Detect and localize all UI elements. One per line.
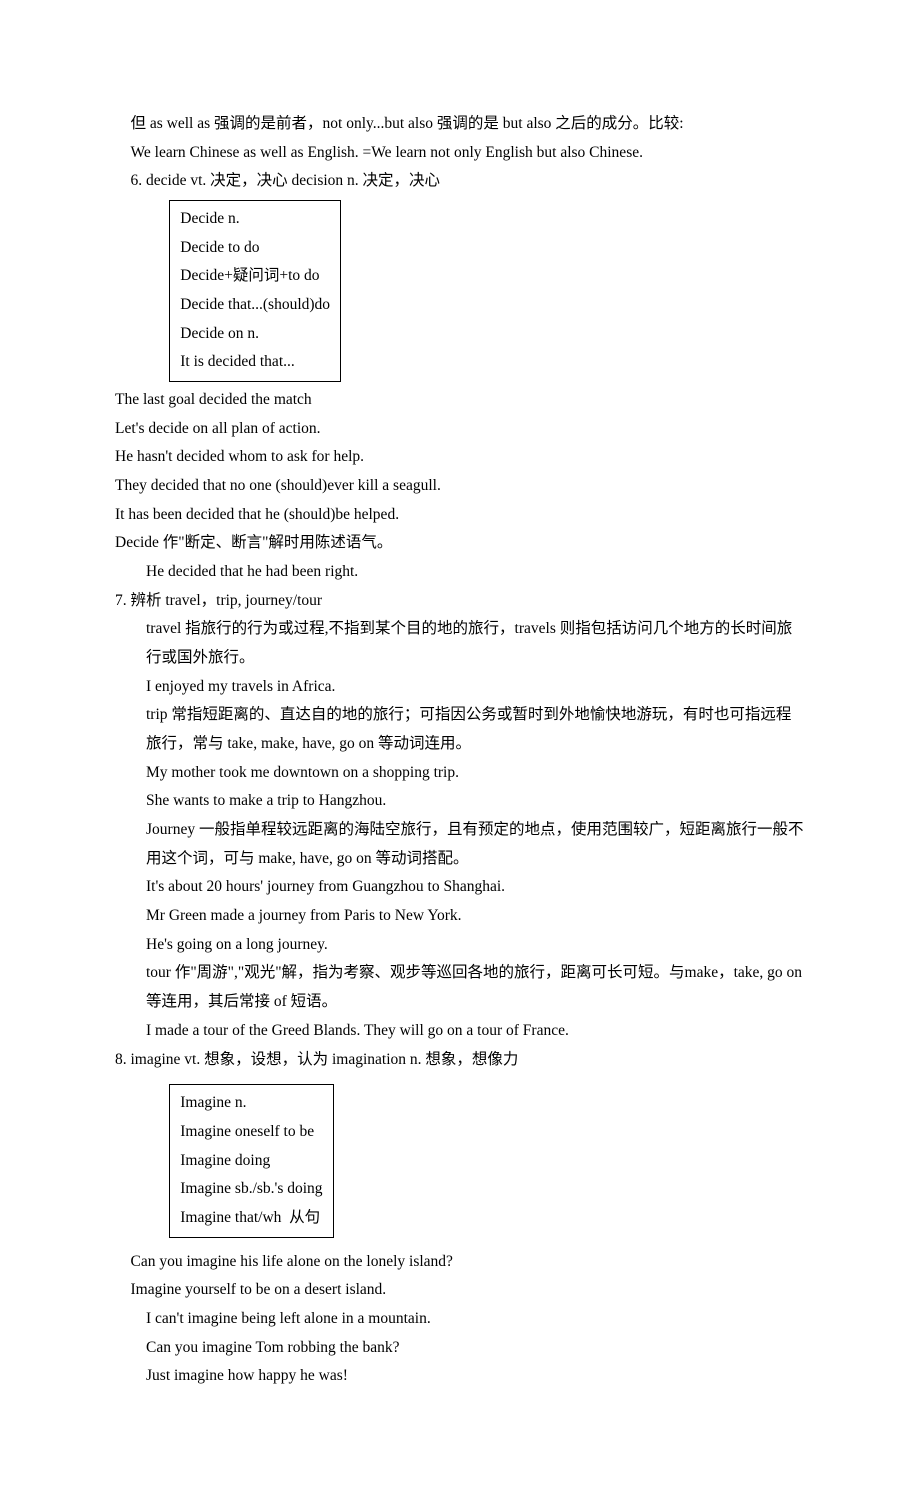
- paragraph-text: It's about 20 hours' journey from Guangz…: [115, 873, 805, 902]
- paragraph-text: He decided that he had been right.: [115, 558, 805, 587]
- paragraph-text: 但 as well as 强调的是前者，not only...but also …: [115, 110, 805, 139]
- paragraph-text: My mother took me downtown on a shopping…: [115, 759, 805, 788]
- paragraph-text: Mr Green made a journey from Paris to Ne…: [115, 902, 805, 931]
- heading-item-6: 6. decide vt. 决定，决心 decision n. 决定，决心: [115, 167, 805, 196]
- box-line: Imagine doing: [180, 1147, 322, 1176]
- box-line: Decide that...(should)do: [180, 291, 330, 320]
- paragraph-text: travel 指旅行的行为或过程,不指到某个目的地的旅行，travels 则指包…: [115, 615, 805, 672]
- box-line: Imagine that/wh 从句: [180, 1204, 322, 1233]
- paragraph-text: Imagine yourself to be on a desert islan…: [115, 1276, 805, 1305]
- paragraph-text: Decide 作"断定、断言"解时用陈述语气。: [115, 529, 805, 558]
- paragraph-text: I can't imagine being left alone in a mo…: [115, 1305, 805, 1334]
- box-line: Decide on n.: [180, 320, 330, 349]
- paragraph-text: She wants to make a trip to Hangzhou.: [115, 787, 805, 816]
- heading-item-7: 7. 辨析 travel，trip, journey/tour: [115, 587, 805, 616]
- paragraph-text: I made a tour of the Greed Blands. They …: [115, 1017, 805, 1046]
- paragraph-text: Can you imagine his life alone on the lo…: [115, 1248, 805, 1277]
- box-line: Decide n.: [180, 205, 330, 234]
- box-line: Imagine sb./sb.'s doing: [180, 1175, 322, 1204]
- heading-item-8: 8. imagine vt. 想象，设想，认为 imagination n. 想…: [115, 1046, 805, 1075]
- paragraph-text: He's going on a long journey.: [115, 931, 805, 960]
- paragraph-text: Just imagine how happy he was!: [115, 1362, 805, 1391]
- paragraph-text: Can you imagine Tom robbing the bank?: [115, 1334, 805, 1363]
- box-line: Imagine oneself to be: [180, 1118, 322, 1147]
- grammar-box-imagine: Imagine n. Imagine oneself to be Imagine…: [169, 1084, 333, 1237]
- box-line: Decide+疑问词+to do: [180, 262, 330, 291]
- paragraph-text: Journey 一般指单程较远距离的海陆空旅行，且有预定的地点，使用范围较广，短…: [115, 816, 805, 873]
- paragraph-text: I enjoyed my travels in Africa.: [115, 673, 805, 702]
- paragraph-text: Let's decide on all plan of action.: [115, 415, 805, 444]
- paragraph-text: trip 常指短距离的、直达自的地的旅行；可指因公务或暂时到外地愉快地游玩，有时…: [115, 701, 805, 758]
- box-line: It is decided that...: [180, 348, 330, 377]
- document-page: 但 as well as 强调的是前者，not only...but also …: [0, 0, 920, 1511]
- paragraph-text: It has been decided that he (should)be h…: [115, 501, 805, 530]
- paragraph-text: They decided that no one (should)ever ki…: [115, 472, 805, 501]
- paragraph-text: tour 作"周游","观光"解，指为考察、观步等巡回各地的旅行，距离可长可短。…: [115, 959, 805, 1016]
- paragraph-text: We learn Chinese as well as English. =We…: [115, 139, 805, 168]
- box-line: Decide to do: [180, 234, 330, 263]
- grammar-box-decide: Decide n. Decide to do Decide+疑问词+to do …: [169, 200, 341, 382]
- paragraph-text: He hasn't decided whom to ask for help.: [115, 443, 805, 472]
- paragraph-text: The last goal decided the match: [115, 386, 805, 415]
- box-line: Imagine n.: [180, 1089, 322, 1118]
